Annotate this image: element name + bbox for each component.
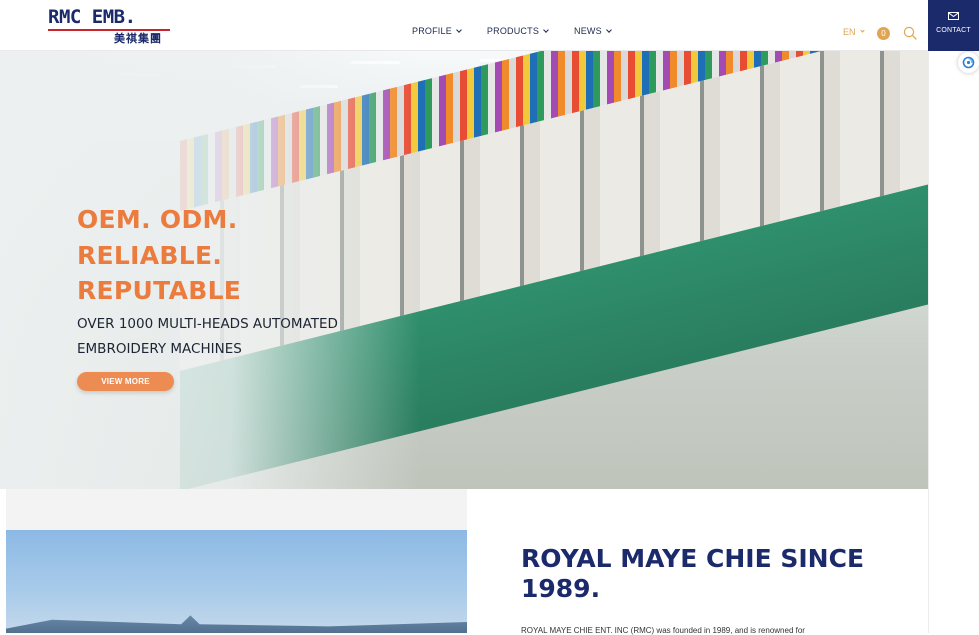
hero-title-line: OEM. ODM. — [77, 205, 238, 234]
hero-title-line: REPUTABLE — [77, 276, 242, 305]
about-photo — [6, 530, 467, 633]
chevron-down-icon — [606, 26, 612, 33]
language-label: EN — [843, 27, 856, 37]
main-nav: PROFILE PRODUCTS NEWS — [412, 26, 637, 36]
side-strip — [928, 51, 979, 633]
logo[interactable]: RMC EMB. 美祺集團 — [48, 6, 172, 45]
chevron-down-icon — [456, 26, 462, 33]
chat-swirl-icon — [962, 56, 975, 69]
hero-title-line: RELIABLE. — [77, 240, 223, 270]
hero-subtitle-line: EMBROIDERY MACHINES — [77, 341, 242, 357]
search-icon[interactable] — [903, 26, 917, 40]
about-text: ROYAL MAYE CHIE ENT. INC (RMC) was found… — [521, 626, 805, 635]
logo-subtext: 美祺集團 — [114, 32, 162, 45]
hero-subtitle: OVER 1000 MULTI-HEADS AUTOMATED EMBROIDE… — [77, 312, 338, 362]
building-silhouette — [6, 615, 467, 633]
nav-item-label: PROFILE — [412, 26, 452, 36]
contact-label: CONTACT — [936, 27, 971, 34]
nav-item-profile[interactable]: PROFILE — [412, 26, 462, 36]
site-header: RMC EMB. 美祺集團 PROFILE PRODUCTS NEWS EN 0 — [0, 0, 928, 51]
about-title: ROYAL MAYE CHIE SINCE 1989. — [521, 544, 865, 603]
language-selector[interactable]: EN — [843, 27, 865, 37]
contact-button[interactable]: CONTACT — [928, 0, 979, 51]
logo-text: RMC EMB. — [48, 6, 136, 28]
chat-icon[interactable] — [958, 52, 979, 73]
hero-title: OEM. ODM. RELIABLE. REPUTABLE — [77, 202, 241, 309]
view-more-button[interactable]: VIEW MORE — [77, 372, 174, 391]
chevron-down-icon — [543, 26, 549, 33]
nav-item-label: NEWS — [574, 26, 602, 36]
hero-subtitle-line: OVER 1000 MULTI-HEADS AUTOMATED — [77, 316, 338, 332]
chevron-down-icon — [859, 28, 865, 33]
hero-banner: OEM. ODM. RELIABLE. REPUTABLE OVER 1000 … — [0, 51, 928, 489]
nav-item-news[interactable]: NEWS — [574, 26, 612, 36]
about-section: ROYAL MAYE CHIE SINCE 1989. ROYAL MAYE C… — [0, 489, 928, 635]
nav-item-label: PRODUCTS — [486, 26, 540, 36]
cart-count-badge[interactable]: 0 — [877, 27, 890, 40]
mail-icon — [948, 12, 959, 20]
nav-item-products[interactable]: PRODUCTS — [486, 26, 549, 36]
